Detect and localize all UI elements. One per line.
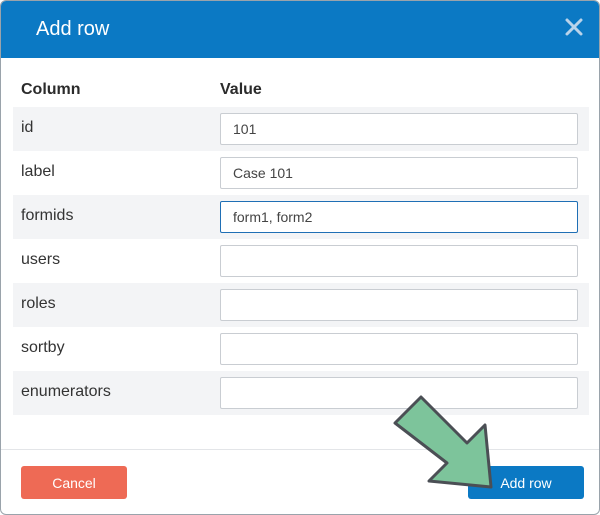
- row-label-label: label: [21, 163, 55, 180]
- label-input[interactable]: [220, 157, 578, 189]
- sortby-input[interactable]: [220, 333, 578, 365]
- footer-divider: [1, 449, 599, 450]
- row-label-formids: formids: [21, 207, 74, 224]
- row-label-roles: roles: [21, 295, 56, 312]
- id-input[interactable]: [220, 113, 578, 145]
- formids-input[interactable]: [220, 201, 578, 233]
- add-row-dialog: Add row Column Value id label formids us…: [0, 0, 600, 515]
- cancel-button[interactable]: Cancel: [21, 466, 127, 499]
- add-row-button[interactable]: Add row: [468, 466, 584, 499]
- row-label-enumerators: enumerators: [21, 383, 111, 400]
- table-row: enumerators: [13, 371, 589, 415]
- roles-input[interactable]: [220, 289, 578, 321]
- table-row: label: [13, 151, 589, 195]
- row-label-id: id: [21, 119, 34, 136]
- table-row: roles: [13, 283, 589, 327]
- table-row: id: [13, 107, 589, 151]
- users-input[interactable]: [220, 245, 578, 277]
- value-header: Value: [220, 81, 262, 98]
- row-label-users: users: [21, 251, 61, 268]
- dialog-header: Add row: [1, 1, 599, 58]
- table-row: users: [13, 239, 589, 283]
- table-row: formids: [13, 195, 589, 239]
- row-label-sortby: sortby: [21, 339, 65, 356]
- column-header: Column: [21, 81, 81, 98]
- enumerators-input[interactable]: [220, 377, 578, 409]
- close-icon[interactable]: [561, 14, 587, 40]
- table-row: sortby: [13, 327, 589, 371]
- dialog-title: Add row: [36, 18, 110, 40]
